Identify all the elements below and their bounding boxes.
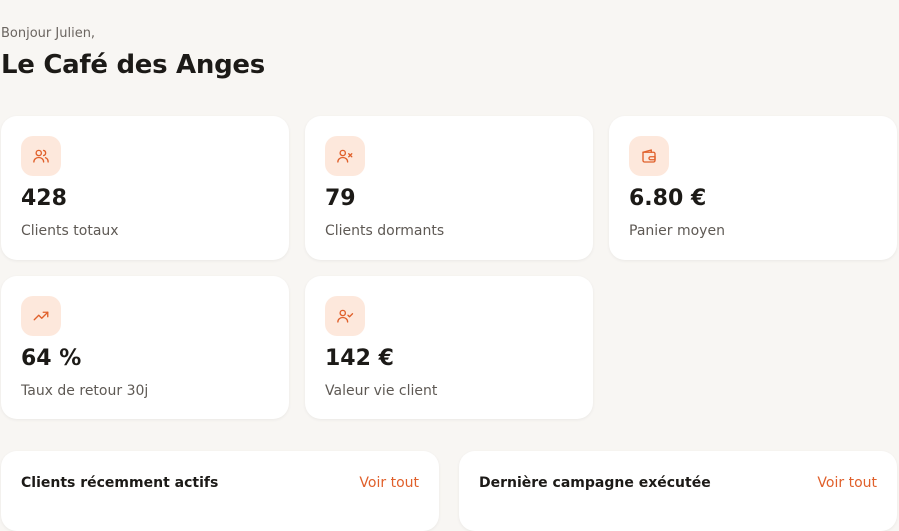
panel-title: Dernière campagne exécutée bbox=[479, 475, 711, 491]
user-x-icon bbox=[325, 136, 365, 176]
last-campaign-panel: Dernière campagne exécutée Voir tout bbox=[459, 451, 897, 531]
greeting: Bonjour Julien, bbox=[1, 26, 96, 41]
stat-value: 142 € bbox=[325, 346, 394, 371]
user-check-icon bbox=[325, 296, 365, 336]
stat-value: 79 bbox=[325, 186, 356, 211]
trending-up-icon bbox=[21, 296, 61, 336]
users-icon bbox=[21, 136, 61, 176]
view-all-link[interactable]: Voir tout bbox=[817, 475, 877, 491]
recent-clients-panel: Clients récemment actifs Voir tout bbox=[1, 451, 439, 531]
panel-title: Clients récemment actifs bbox=[21, 475, 219, 491]
view-all-link[interactable]: Voir tout bbox=[359, 475, 419, 491]
stat-label: Panier moyen bbox=[629, 223, 725, 239]
stat-label: Taux de retour 30j bbox=[21, 383, 149, 399]
stat-value: 64 % bbox=[21, 346, 82, 371]
stat-label: Valeur vie client bbox=[325, 383, 438, 399]
stat-card-average-basket: 6.80 € Panier moyen bbox=[609, 116, 897, 260]
stat-card-lifetime-value: 142 € Valeur vie client bbox=[305, 276, 593, 419]
stat-label: Clients totaux bbox=[21, 223, 119, 239]
stat-label: Clients dormants bbox=[325, 223, 445, 239]
stat-card-total-clients: 428 Clients totaux bbox=[1, 116, 289, 260]
stat-card-dormant-clients: 79 Clients dormants bbox=[305, 116, 593, 260]
stat-value: 428 bbox=[21, 186, 67, 211]
page-title: Le Café des Anges bbox=[1, 50, 265, 80]
stat-value: 6.80 € bbox=[629, 186, 707, 211]
stat-card-return-rate: 64 % Taux de retour 30j bbox=[1, 276, 289, 419]
wallet-icon bbox=[629, 136, 669, 176]
